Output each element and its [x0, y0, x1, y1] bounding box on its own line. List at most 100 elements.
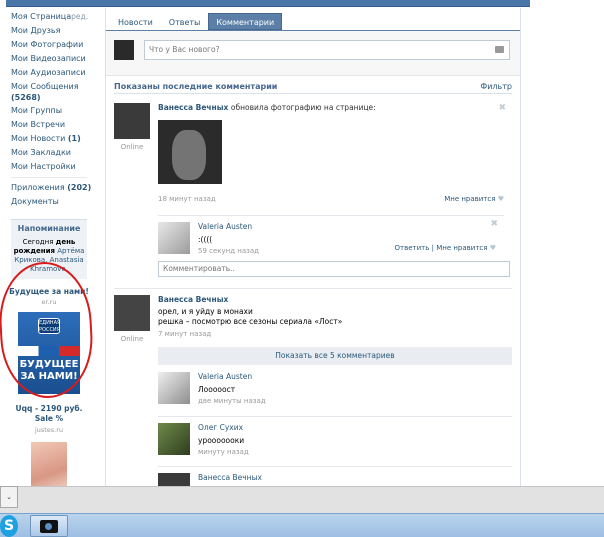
sidebar-item-news[interactable]: Мои Новости (1)	[6, 132, 86, 146]
comment-author[interactable]: Олег Сухих	[198, 423, 508, 432]
like-button[interactable]: Мне нравится ♥	[444, 195, 504, 203]
avatar[interactable]	[158, 222, 190, 254]
skype-icon[interactable]: S	[0, 515, 18, 537]
comment-actions: Ответить | Мне нравится ♥	[394, 244, 496, 252]
post-text-line: орел, и я уйду в монахи	[158, 307, 253, 316]
online-status: Online	[120, 143, 144, 151]
sidebar-item-videos[interactable]: Мои Видеозаписи	[6, 52, 86, 66]
reminder-text: Сегодня день рождения Артёма Крикова, An…	[13, 238, 85, 274]
sidebar-item-photos[interactable]: Мои Фотографии	[6, 38, 86, 52]
comment-input[interactable]: Комментировать..	[158, 261, 510, 277]
post-divider	[114, 288, 512, 289]
sidebar-item-label: Мои Встречи	[11, 120, 66, 129]
sidebar-item-messages[interactable]: Мои Сообщения (5268)	[6, 80, 86, 104]
avatar[interactable]	[158, 423, 190, 455]
comment-time[interactable]: минуту назад	[198, 448, 508, 456]
post-body: Ванесса Вечных обновила фотографию на ст…	[158, 103, 512, 184]
show-all-comments-button[interactable]: Показать все 5 комментариев	[158, 347, 512, 365]
online-status: Online	[120, 335, 144, 343]
browser-status-bar	[0, 486, 604, 513]
ad-banner-text: БУДУЩЕЕ ЗА НАМИ!	[19, 359, 79, 382]
comment-text: Лооооост	[198, 385, 236, 394]
sidebar-item-apps[interactable]: Приложения (202)	[6, 181, 91, 195]
filter-link[interactable]: Фильтр	[480, 82, 512, 91]
bear-logo-icon: ЕДИНАЯ РОССИЯ	[38, 318, 61, 334]
sidebar-item-label: Мои Аудиозаписи	[11, 68, 86, 77]
comment-text: урооооооки	[198, 436, 245, 445]
sidebar-item-groups[interactable]: Мои Группы	[6, 104, 86, 118]
news-count-badge: (1)	[67, 134, 81, 143]
avatar[interactable]	[114, 295, 150, 331]
comment-time[interactable]: две минуты назад	[198, 397, 508, 405]
windows-taskbar: S	[0, 513, 604, 537]
post-time[interactable]: 18 минут назад	[158, 195, 216, 203]
sidebar-item-label: Мои Фотографии	[11, 40, 84, 49]
tab-answers[interactable]: Ответы	[161, 13, 209, 30]
post-author[interactable]: Ванесса Вечных	[158, 103, 228, 112]
post-time[interactable]: 7 минут назад	[158, 330, 512, 338]
comment-reply: Valeria Austen Лооооост две минуты назад	[158, 366, 512, 416]
comment-reply: ✖ Valeria Austen :(((( 59 секунд назад О…	[158, 215, 504, 261]
sidebar-item-audio[interactable]: Мои Аудиозаписи	[6, 66, 86, 80]
edit-link[interactable]: ред.	[71, 10, 88, 24]
camera-app-taskbar-button[interactable]	[30, 515, 68, 537]
post-author[interactable]: Ванесса Вечных	[158, 295, 512, 304]
sidebar-item-events[interactable]: Мои Встречи	[6, 118, 86, 132]
top-header-bar	[0, 0, 530, 7]
ad-block-1[interactable]: Будущее за нами! er.ru ЕДИНАЯ РОССИЯ БУД…	[6, 287, 92, 494]
sidebar-item-label: Мои Настройки	[11, 162, 76, 171]
avatar[interactable]	[114, 40, 134, 60]
left-sidebar: Моя Страница ред. Мои Друзья Мои Фотограф…	[6, 10, 91, 494]
feed-heading-text: Показаны последние комментарии	[114, 82, 278, 91]
comment-body: Олег Сухих урооооооки минуту назад	[198, 423, 508, 456]
sidebar-divider	[11, 177, 87, 178]
tab-comments[interactable]: Комментарии	[208, 13, 283, 30]
camera-icon[interactable]	[495, 46, 504, 53]
reminder-prefix: Сегодня	[22, 238, 54, 246]
sidebar-item-label: Мои Видеозаписи	[11, 54, 86, 63]
comment-author[interactable]: Ванесса Вечных	[198, 473, 508, 482]
heart-icon: ♥	[489, 244, 496, 252]
main-content: Новости Ответы Комментарии Что у Вас нов…	[105, 8, 521, 487]
post-text-line: решка – посмотрю все сезоны сериала «Лос…	[158, 317, 343, 326]
sidebar-item-label: Приложения	[11, 183, 65, 192]
status-composer: Что у Вас нового?	[106, 31, 520, 76]
heart-icon: ♥	[497, 195, 504, 203]
apps-count-badge: (202)	[67, 183, 92, 192]
sidebar-item-settings[interactable]: Мои Настройки	[6, 160, 86, 174]
like-button[interactable]: Мне нравится	[436, 244, 487, 252]
tab-news[interactable]: Новости	[110, 13, 161, 30]
post-action: обновила фотографию на странице:	[230, 103, 376, 112]
sidebar-item-label: Моя Страница	[11, 12, 72, 21]
avatar[interactable]	[158, 473, 190, 487]
sidebar-item-label: Мои Закладки	[11, 148, 71, 157]
avatar[interactable]	[158, 372, 190, 404]
sidebar-item-label: Мои Сообщения	[11, 82, 79, 91]
post-body: Ванесса Вечных орел, и я уйду в монахи р…	[158, 295, 512, 338]
sidebar-item-label: Мои Друзья	[11, 26, 61, 35]
comment-author[interactable]: Valeria Austen	[198, 222, 508, 231]
ad-title[interactable]: Будущее за нами!	[6, 287, 92, 296]
ad-site: justes.ru	[34, 426, 64, 434]
chevron-down-icon[interactable]: ⌄	[0, 486, 18, 508]
sidebar-item-bookmarks[interactable]: Мои Закладки	[6, 146, 86, 160]
feed-tabs: Новости Ответы Комментарии	[110, 13, 283, 30]
status-input[interactable]: Что у Вас нового?	[144, 40, 510, 60]
comment-reply: Ванесса Вечных	[158, 466, 512, 487]
sidebar-item-my-page[interactable]: Моя Страница ред.	[6, 10, 88, 24]
ad-site: er.ru	[41, 298, 57, 306]
avatar[interactable]	[114, 103, 150, 139]
ad-title[interactable]: Uqq - 2190 руб. Sale %	[6, 404, 92, 424]
ad-banner-image[interactable]: ЕДИНАЯ РОССИЯ БУДУЩЕЕ ЗА НАМИ!	[18, 312, 80, 394]
comment-body: Valeria Austen Лооооост две минуты назад	[198, 372, 508, 405]
flag-stripe	[18, 346, 80, 356]
reply-button[interactable]: Ответить	[395, 244, 430, 252]
comment-text: :((((	[198, 235, 213, 244]
feed-heading: Показаны последние комментарии Фильтр	[114, 82, 512, 94]
sidebar-item-label: Документы	[11, 197, 59, 206]
sidebar-item-friends[interactable]: Мои Друзья	[6, 24, 86, 38]
comment-body: Ванесса Вечных	[198, 473, 508, 482]
post-photo[interactable]	[158, 120, 222, 184]
sidebar-item-documents[interactable]: Документы	[6, 195, 86, 209]
comment-author[interactable]: Valeria Austen	[198, 372, 508, 381]
